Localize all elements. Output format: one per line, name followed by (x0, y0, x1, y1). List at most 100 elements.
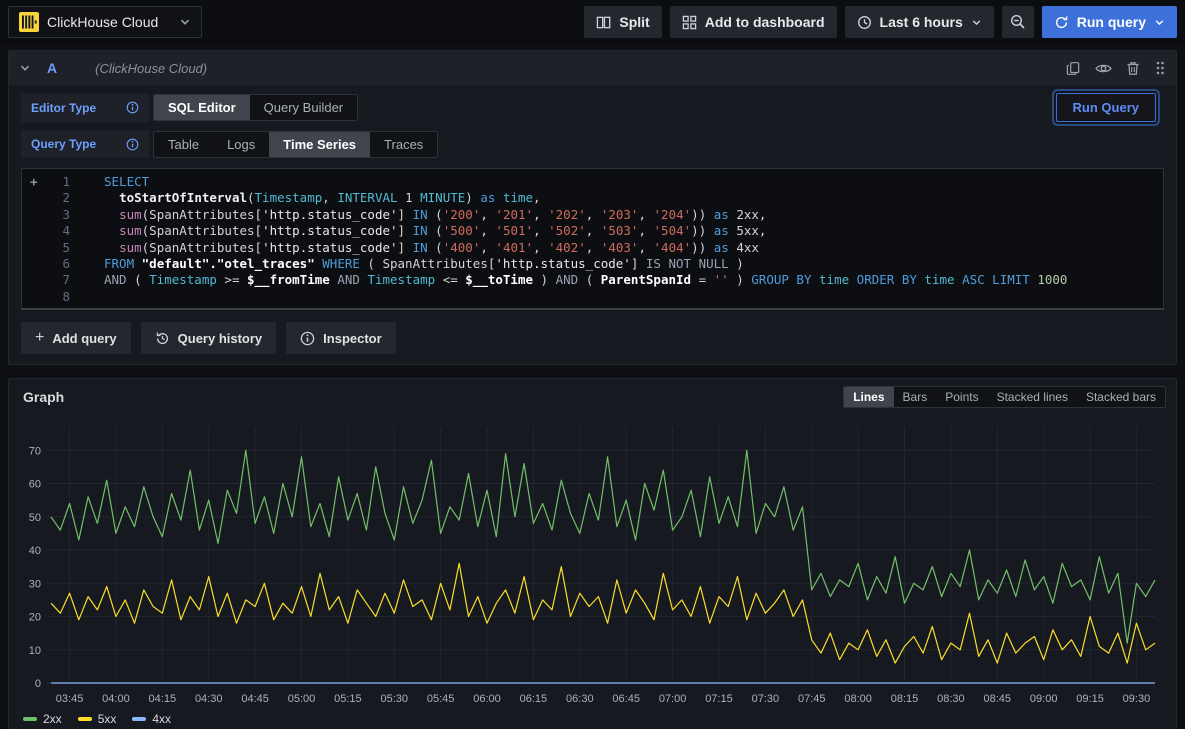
graph-panel-title: Graph (23, 389, 64, 405)
line-number: 3 (62, 207, 70, 223)
x-axis-label: 05:00 (288, 693, 316, 705)
add-to-dashboard-button[interactable]: Add to dashboard (670, 6, 837, 38)
collapse-chevron-icon[interactable] (19, 62, 31, 74)
graph-legend: 2xx 5xx 4xx (23, 712, 171, 726)
time-range-picker[interactable]: Last 6 hours (845, 6, 994, 38)
sql-line-5[interactable]: 5 sum(SpanAttributes['http.status_code']… (22, 240, 1163, 256)
x-axis-label: 03:45 (56, 693, 84, 705)
info-icon (126, 101, 139, 114)
display-mode-option-bars[interactable]: Bars (894, 387, 937, 407)
line-number: 1 (62, 174, 70, 190)
legend-item-5xx[interactable]: 5xx (78, 712, 117, 726)
display-mode-option-lines[interactable]: Lines (844, 387, 893, 407)
duplicate-query-icon[interactable] (1066, 61, 1081, 76)
clickhouse-logo-icon (19, 12, 39, 32)
line-number: 8 (62, 289, 70, 305)
x-axis-label: 09:15 (1076, 693, 1104, 705)
x-axis-label: 08:30 (937, 693, 965, 705)
add-line-icon[interactable]: + (30, 174, 38, 190)
datasource-label: ClickHouse Cloud (47, 14, 158, 30)
legend-swatch-4xx (132, 717, 146, 721)
query-editor-panel: A (ClickHouse Cloud) Editor Type SQL Edi… (8, 50, 1177, 365)
query-history-button[interactable]: Query history (141, 322, 277, 354)
legend-label: 4xx (152, 712, 171, 726)
query-row-header: A (ClickHouse Cloud) (9, 51, 1176, 85)
inspector-button[interactable]: Inspector (286, 322, 396, 354)
add-query-button[interactable]: + Add query (21, 322, 131, 354)
y-axis-label: 60 (29, 479, 41, 491)
sql-line-6[interactable]: 6FROM "default"."otel_traces" WHERE ( Sp… (22, 256, 1163, 272)
series-line-5xx (51, 563, 1155, 663)
x-axis-label: 06:00 (473, 693, 501, 705)
display-mode-option-stacked-lines[interactable]: Stacked lines (988, 387, 1077, 407)
editor-type-option-sql-editor[interactable]: SQL Editor (154, 95, 250, 120)
chevron-down-icon (971, 17, 982, 28)
graph-svg[interactable]: 01020304050607003:4504:0004:1504:3004:45… (15, 415, 1165, 711)
hide-query-eye-icon[interactable] (1095, 61, 1112, 76)
y-axis-label: 0 (35, 678, 41, 690)
x-axis-label: 04:15 (149, 693, 177, 705)
legend-swatch-5xx (78, 717, 92, 721)
x-axis-label: 04:45 (241, 693, 269, 705)
split-button[interactable]: Split (584, 6, 661, 38)
editor-type-option-query-builder[interactable]: Query Builder (250, 95, 357, 120)
x-axis-label: 06:30 (566, 693, 594, 705)
x-axis-label: 09:30 (1123, 693, 1151, 705)
y-axis-label: 50 (29, 512, 41, 524)
sql-line-4[interactable]: 4 sum(SpanAttributes['http.status_code']… (22, 223, 1163, 239)
dashboard-grid-icon (682, 15, 697, 30)
legend-item-4xx[interactable]: 4xx (132, 712, 171, 726)
display-mode-option-points[interactable]: Points (936, 387, 987, 407)
sql-editor[interactable]: +1SELECT2 toStartOfInterval(Timestamp, I… (21, 168, 1164, 310)
chevron-down-icon (179, 16, 191, 28)
editor-type-label: Editor Type (21, 94, 149, 122)
line-number: 7 (62, 272, 70, 288)
x-axis-label: 08:45 (984, 693, 1012, 705)
y-axis-label: 30 (29, 578, 41, 590)
run-query-secondary-button[interactable]: Run Query (1056, 93, 1156, 122)
x-axis-label: 05:30 (380, 693, 408, 705)
y-axis-label: 40 (29, 545, 41, 557)
query-datasource-hint: (ClickHouse Cloud) (95, 61, 207, 76)
sql-line-7[interactable]: 7AND ( Timestamp >= $__fromTime AND Time… (22, 272, 1163, 288)
line-number: 4 (62, 223, 70, 239)
x-axis-label: 09:00 (1030, 693, 1058, 705)
query-ref-id[interactable]: A (47, 60, 57, 76)
datasource-picker[interactable]: ClickHouse Cloud (8, 6, 202, 38)
query-type-label: Query Type (21, 130, 149, 158)
query-type-option-logs[interactable]: Logs (213, 132, 269, 157)
x-axis-label: 08:15 (891, 693, 919, 705)
x-axis-label: 06:45 (612, 693, 640, 705)
line-number: 2 (62, 190, 70, 206)
drag-handle-icon[interactable] (1154, 60, 1166, 76)
legend-swatch-2xx (23, 717, 37, 721)
zoom-out-icon (1010, 14, 1026, 30)
chevron-down-icon (1154, 17, 1165, 28)
sql-code-lines: +1SELECT2 toStartOfInterval(Timestamp, I… (22, 174, 1163, 289)
series-line-2xx (51, 450, 1155, 643)
sql-line-2[interactable]: 2 toStartOfInterval(Timestamp, INTERVAL … (22, 190, 1163, 206)
sql-line-1[interactable]: +1SELECT (22, 174, 1163, 190)
x-axis-label: 07:30 (752, 693, 780, 705)
query-type-option-time-series[interactable]: Time Series (269, 132, 370, 157)
query-type-option-traces[interactable]: Traces (370, 132, 437, 157)
x-axis-label: 05:45 (427, 693, 455, 705)
zoom-out-button[interactable] (1002, 6, 1034, 38)
graph-panel: Graph LinesBarsPointsStacked linesStacke… (8, 378, 1177, 729)
history-icon (155, 331, 170, 346)
plus-icon: + (35, 329, 44, 347)
legend-item-2xx[interactable]: 2xx (23, 712, 62, 726)
display-mode-option-stacked-bars[interactable]: Stacked bars (1077, 387, 1165, 407)
editor-type-toggle: SQL EditorQuery Builder (153, 94, 358, 121)
info-icon (300, 331, 315, 346)
delete-query-trash-icon[interactable] (1126, 61, 1140, 76)
legend-label: 2xx (43, 712, 62, 726)
query-type-option-table[interactable]: Table (154, 132, 213, 157)
query-type-toggle: TableLogsTime SeriesTraces (153, 131, 438, 158)
x-axis-label: 07:15 (705, 693, 733, 705)
query-footer: + Add query Query history Inspector (21, 322, 1164, 354)
sql-line-3[interactable]: 3 sum(SpanAttributes['http.status_code']… (22, 207, 1163, 223)
run-query-button[interactable]: Run query (1042, 6, 1177, 38)
x-axis-label: 04:30 (195, 693, 223, 705)
y-axis-label: 70 (29, 445, 41, 457)
